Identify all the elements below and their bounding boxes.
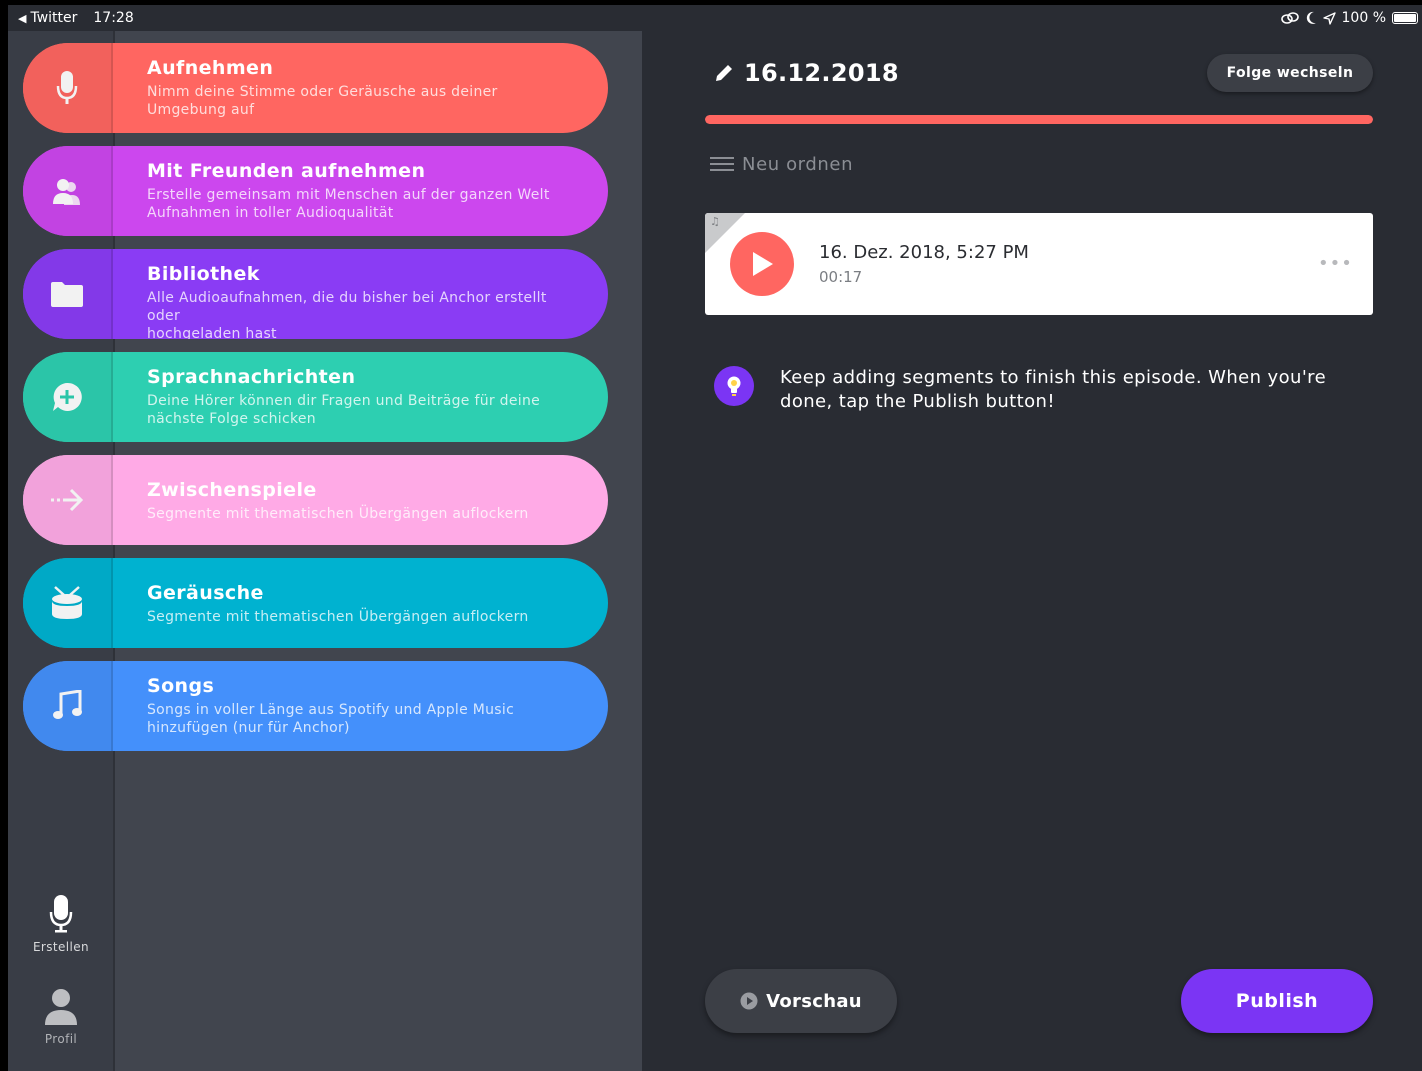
microphone-icon (56, 71, 78, 104)
episode-title[interactable]: 16.12.2018 (714, 59, 899, 87)
tip-text: Keep adding segments to finish this epis… (780, 367, 1327, 412)
menu-item-title: Zwischenspiele (147, 479, 317, 501)
switch-episode-button[interactable]: Folge wechseln (1207, 54, 1373, 92)
back-app-label[interactable]: Twitter (30, 10, 77, 26)
menu-item-desc: Deine Hörer können dir Fragen und Beiträ… (147, 393, 541, 427)
episode-progress-fill (705, 115, 1373, 124)
hamburger-icon (710, 153, 734, 175)
clock: 17:28 (93, 10, 134, 26)
link-icon (1280, 12, 1299, 24)
segment-date: 16. Dez. 2018, 5:27 PM (819, 242, 1029, 263)
battery-percent: 100 % (1341, 10, 1386, 26)
menu-item-title: Geräusche (147, 582, 264, 604)
play-button[interactable] (730, 232, 794, 296)
back-arrow-icon[interactable]: ◀ (18, 12, 26, 25)
menu-item-desc: Segmente mit thematischen Übergängen auf… (147, 506, 529, 522)
menu-item-title: Mit Freunden aufnehmen (147, 160, 426, 182)
episode-progress-bar (705, 115, 1373, 124)
nav-profile-label: Profil (44, 1032, 78, 1046)
segment-duration: 00:17 (819, 268, 863, 286)
nav-create-button[interactable]: Erstellen (8, 894, 114, 954)
moon-icon (1306, 11, 1316, 24)
preview-button[interactable]: Vorschau (705, 969, 897, 1033)
menu-item-interludes[interactable]: Zwischenspiele Segmente mit thematischen… (23, 455, 608, 545)
menu-item-desc: Erstelle gemeinsam mit Menschen auf der … (147, 187, 550, 221)
message-plus-icon (53, 382, 82, 411)
segment-card[interactable]: ♫ 16. Dez. 2018, 5:27 PM 00:17 ••• (705, 213, 1373, 315)
folder-icon (51, 282, 83, 307)
drum-icon (52, 586, 82, 619)
publish-tip: Keep adding segments to finish this epis… (714, 366, 1334, 414)
microphone-icon (49, 895, 73, 933)
arrow-right-icon (51, 488, 84, 512)
menu-item-title: Songs (147, 675, 215, 697)
reorder-button[interactable]: Neu ordnen (710, 153, 853, 175)
menu-item-title: Aufnehmen (147, 57, 274, 79)
menu-item-desc: Alle Audioaufnahmen, die du bisher bei A… (147, 290, 547, 339)
play-circle-icon (740, 992, 758, 1010)
nav-create-label: Erstellen (32, 940, 90, 954)
preview-label: Vorschau (766, 990, 862, 1012)
status-bar: ◀ Twitter 17:28 100 % (8, 5, 1422, 31)
friends-icon (53, 179, 80, 205)
menu-item-songs[interactable]: Songs Songs in voller Länge aus Spotify … (23, 661, 608, 751)
play-icon (753, 252, 773, 276)
more-options-icon[interactable]: ••• (1318, 253, 1353, 274)
lightbulb-icon (714, 366, 754, 406)
battery-icon (1392, 12, 1418, 24)
status-bar-right: 100 % (1280, 10, 1418, 26)
menu-item-title: Sprachnachrichten (147, 366, 356, 388)
menu-item-voice-messages[interactable]: Sprachnachrichten Deine Hörer können dir… (23, 352, 608, 442)
episode-title-text[interactable]: 16.12.2018 (744, 59, 899, 87)
pencil-icon[interactable] (714, 63, 734, 83)
location-arrow-icon (1322, 11, 1336, 25)
publish-button[interactable]: Publish (1181, 969, 1373, 1033)
menu-item-sounds[interactable]: Geräusche Segmente mit thematischen Über… (23, 558, 608, 648)
menu-item-desc: Nimm deine Stimme oder Geräusche aus dei… (147, 84, 498, 118)
episode-panel: 16.12.2018 Folge wechseln Neu ordnen ♫ 1… (642, 31, 1422, 1071)
menu-item-record[interactable]: Aufnehmen Nimm deine Stimme oder Geräusc… (23, 43, 608, 133)
status-bar-left[interactable]: ◀ Twitter 17:28 (18, 10, 134, 26)
nav-profile-button[interactable]: Profil (8, 988, 114, 1046)
menu-item-title: Bibliothek (147, 263, 260, 285)
menu-item-desc: Segmente mit thematischen Übergängen auf… (147, 609, 529, 625)
music-note-icon: ♫ (710, 215, 720, 228)
profile-icon (45, 989, 77, 1025)
music-note-icon (53, 690, 82, 719)
create-panel: Aufnehmen Nimm deine Stimme oder Geräusc… (8, 31, 642, 1071)
menu-item-record-with-friends[interactable]: Mit Freunden aufnehmen Erstelle gemeinsa… (23, 146, 608, 236)
reorder-label: Neu ordnen (742, 153, 854, 175)
menu-item-library[interactable]: Bibliothek Alle Audioaufnahmen, die du b… (23, 249, 608, 339)
menu-item-desc: Songs in voller Länge aus Spotify und Ap… (147, 702, 515, 736)
